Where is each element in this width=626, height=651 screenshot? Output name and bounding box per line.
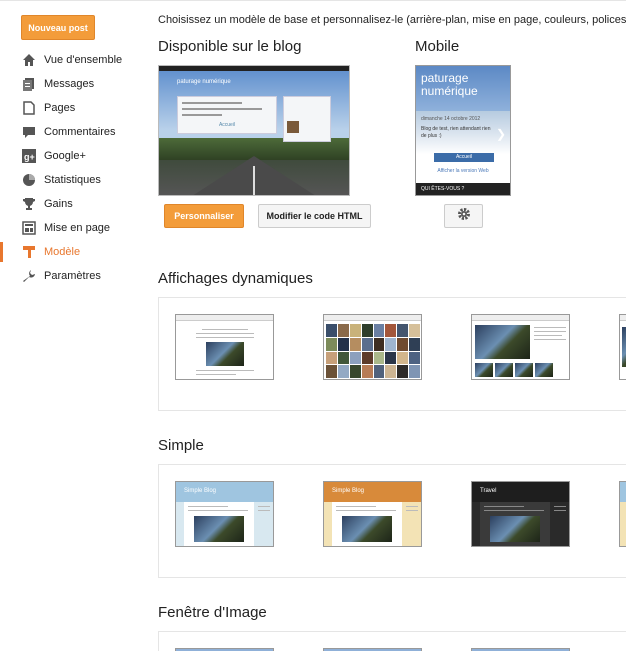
- layout-icon: [22, 221, 36, 235]
- preview-accueil-link: Accueil: [218, 122, 236, 128]
- customize-button[interactable]: Personnaliser: [164, 204, 244, 228]
- preview-road-line: [253, 166, 255, 195]
- svg-text:g+: g+: [24, 152, 35, 162]
- sidebar-item-layout[interactable]: Mise en page: [0, 216, 150, 240]
- google-plus-icon: g+: [22, 149, 36, 163]
- sidebar-item-earnings[interactable]: Gains: [0, 192, 150, 216]
- preview-navbar: [159, 66, 349, 71]
- sidebar-item-comments[interactable]: Commentaires: [0, 120, 150, 144]
- simple-template-title: Travel: [480, 488, 497, 494]
- sidebar-item-overview[interactable]: Vue d'ensemble: [0, 48, 150, 72]
- template-thumb-simple-4[interactable]: [619, 481, 626, 547]
- section-title-picture-window: Fenêtre d'Image: [158, 604, 267, 621]
- sidebar-item-label: Vue d'ensemble: [44, 54, 123, 66]
- sidebar-item-settings[interactable]: Paramètres: [0, 264, 150, 288]
- comment-icon: [22, 125, 36, 139]
- preview-sidebar: [283, 96, 331, 142]
- simple-template-title: Simple Blog: [184, 488, 217, 494]
- template-thumb-dynamic-4[interactable]: [619, 314, 626, 380]
- edit-html-button[interactable]: Modifier le code HTML: [258, 204, 371, 228]
- new-post-button[interactable]: Nouveau post: [21, 15, 95, 40]
- sidebar-item-label: Google+: [44, 150, 86, 162]
- template-thumb-simple-3[interactable]: Travel: [471, 481, 570, 547]
- dynamic-templates-gallery: [158, 297, 626, 411]
- section-title-dynamic: Affichages dynamiques: [158, 270, 313, 287]
- pages-icon: [22, 101, 36, 115]
- sidebar-item-label: Gains: [44, 198, 73, 210]
- template-thumb-dynamic-2[interactable]: [323, 314, 422, 380]
- sidebar-item-stats[interactable]: Statistiques: [0, 168, 150, 192]
- mobile-settings-button[interactable]: [444, 204, 483, 228]
- top-divider: [0, 0, 626, 4]
- wrench-icon: [22, 269, 36, 283]
- sidebar-item-label: Paramètres: [44, 270, 101, 282]
- sidebar-item-messages[interactable]: Messages: [0, 72, 150, 96]
- sidebar-item-google-plus[interactable]: g+ Google+: [0, 144, 150, 168]
- mobile-heading: Mobile: [415, 38, 460, 55]
- mobile-post-text: Blog de test, rien attendant rien de plu…: [421, 126, 491, 139]
- sidebar-item-pages[interactable]: Pages: [0, 96, 150, 120]
- template-thumb-dynamic-3[interactable]: [471, 314, 570, 380]
- section-title-simple: Simple: [158, 437, 204, 454]
- stats-pie-icon: [22, 173, 36, 187]
- mobile-web-version-link: Afficher la version Web: [437, 168, 489, 174]
- template-thumb-dynamic-1[interactable]: [175, 314, 274, 380]
- messages-icon: [22, 77, 36, 91]
- sidebar-nav: Vue d'ensemble Messages Pages Commentair…: [0, 48, 150, 288]
- blog-template-preview[interactable]: paturage numérique Accueil: [158, 65, 350, 196]
- sidebar-item-label: Messages: [44, 78, 95, 90]
- sidebar-item-label: Commentaires: [44, 126, 116, 138]
- preview-blog-title: paturage numérique: [177, 79, 231, 85]
- template-thumb-simple-2[interactable]: Simple Blog: [323, 481, 422, 547]
- gear-icon: [457, 207, 471, 226]
- mobile-blog-title: paturage numérique: [421, 71, 478, 99]
- template-thumb-simple-1[interactable]: Simple Blog: [175, 481, 274, 547]
- blog-heading: Disponible sur le blog: [158, 38, 302, 55]
- mobile-footer: QUI ÊTES-VOUS ?: [421, 186, 465, 192]
- home-icon: [22, 53, 36, 67]
- mobile-body: dimanche 14 octobre 2012 Blog de test, r…: [416, 111, 510, 183]
- simple-template-title: Simple Blog: [332, 488, 365, 494]
- template-icon: [22, 245, 36, 259]
- sidebar-item-label: Pages: [44, 102, 76, 114]
- sidebar-item-label: Modèle: [44, 246, 81, 258]
- picture-window-templates-gallery: [158, 631, 626, 651]
- sidebar-item-template[interactable]: Modèle: [0, 240, 150, 264]
- trophy-icon: [22, 197, 36, 211]
- sidebar-item-label: Mise en page: [44, 222, 111, 234]
- intro-text: Choisissez un modèle de base et personna…: [158, 14, 626, 26]
- mobile-template-preview[interactable]: paturage numérique dimanche 14 octobre 2…: [415, 65, 511, 196]
- sidebar-item-label: Statistiques: [44, 174, 101, 186]
- preview-post: [177, 96, 277, 134]
- mobile-post-date: dimanche 14 octobre 2012: [421, 116, 481, 122]
- simple-templates-gallery: Simple Blog Simple Blog Travel: [158, 464, 626, 578]
- mobile-accueil-button: Accueil: [434, 153, 494, 162]
- chevron-right-icon: ❯: [495, 127, 506, 141]
